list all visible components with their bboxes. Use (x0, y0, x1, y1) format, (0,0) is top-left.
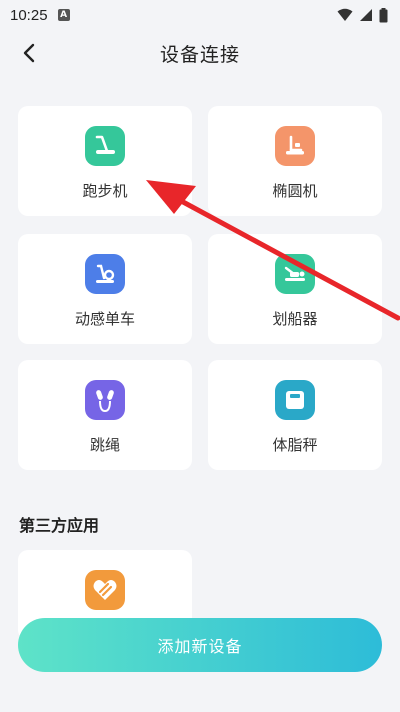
bottom-spacer (0, 708, 400, 712)
body-fat-scale-icon (275, 380, 315, 420)
chevron-left-icon (23, 43, 35, 63)
rowing-machine-icon (275, 254, 315, 294)
status-bar: 10:25 A (0, 0, 400, 30)
device-card-rowing-machine[interactable]: 划船器 (208, 234, 382, 344)
back-button[interactable] (14, 39, 44, 67)
huawei-health-icon (85, 570, 125, 610)
device-label: 体脂秤 (272, 436, 318, 454)
jump-rope-icon (85, 380, 125, 420)
treadmill-icon (85, 126, 125, 166)
spin-bike-icon (85, 254, 125, 294)
device-label: 跳绳 (89, 436, 120, 454)
device-card-jump-rope[interactable]: 跳绳 (18, 360, 192, 470)
status-time: 10:25 (10, 6, 48, 24)
device-card-treadmill[interactable]: 跑步机 (18, 106, 192, 216)
device-card-body-fat-scale[interactable]: 体脂秤 (208, 360, 382, 470)
header: 设备连接 (0, 30, 400, 76)
device-label: 动感单车 (74, 310, 135, 328)
battery-icon (379, 7, 388, 22)
wifi-icon (337, 8, 353, 21)
device-label: 椭圆机 (272, 182, 318, 200)
elliptical-icon (275, 126, 315, 166)
signal-icon (360, 9, 372, 21)
device-card-spin-bike[interactable]: 动感单车 (18, 234, 192, 344)
page-title: 设备连接 (159, 43, 240, 66)
section-title-third-party: 第三方应用 (19, 516, 100, 535)
notification-icon: A (57, 9, 70, 21)
device-label: 划船器 (272, 310, 318, 328)
device-label: 跑步机 (82, 182, 128, 200)
device-card-elliptical[interactable]: 椭圆机 (208, 106, 382, 216)
add-new-device-button[interactable]: 添加新设备 (18, 618, 382, 672)
